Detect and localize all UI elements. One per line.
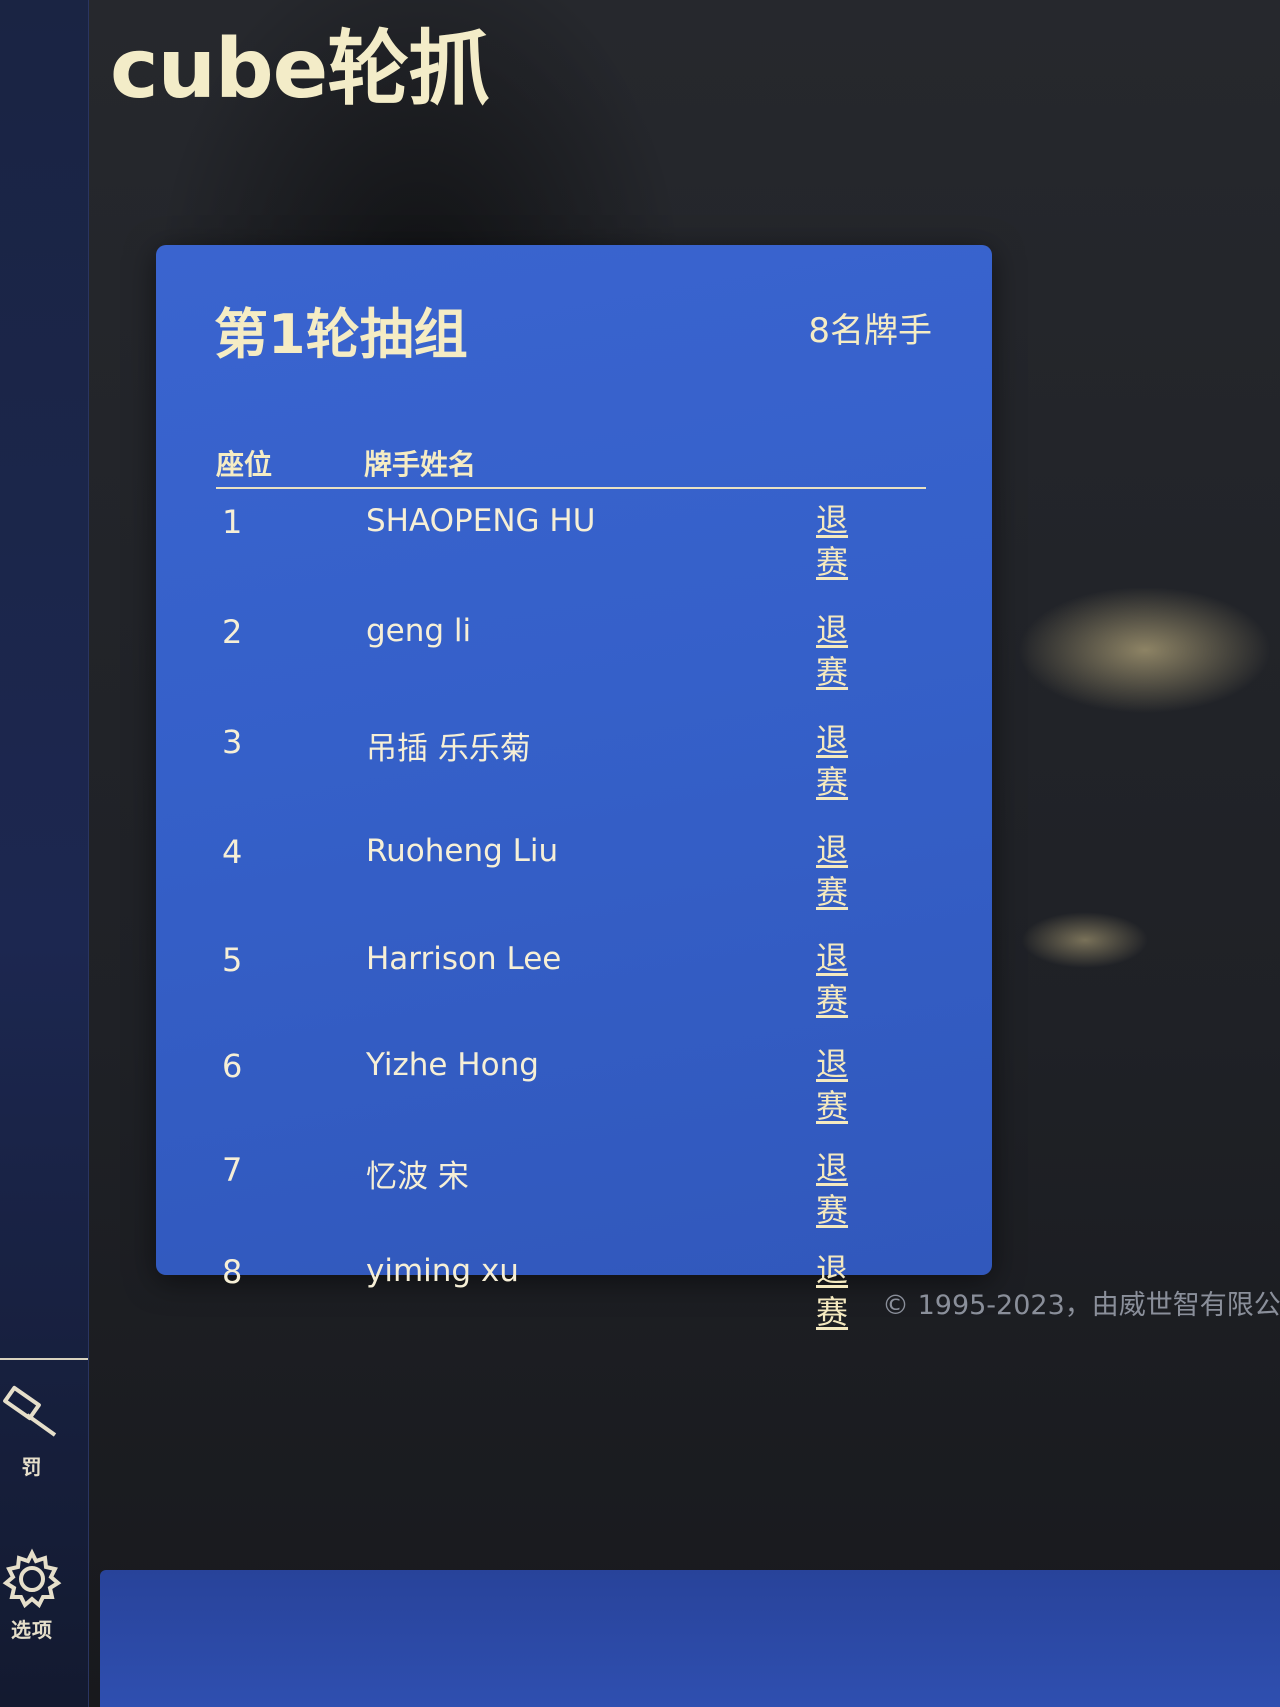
withdraw-link[interactable]: 退赛 bbox=[816, 829, 852, 913]
player-name: Ruoheng Liu bbox=[366, 833, 559, 869]
withdraw-link[interactable]: 退赛 bbox=[816, 609, 852, 693]
withdraw-link[interactable]: 退赛 bbox=[816, 937, 852, 1021]
withdraw-link[interactable]: 退赛 bbox=[816, 1043, 852, 1127]
table-header: 座位 牌手姓名 bbox=[216, 435, 926, 489]
bottom-bar bbox=[100, 1570, 1280, 1707]
player-name: geng li bbox=[366, 613, 472, 649]
player-table: 1 SHAOPENG HU 退赛 2 geng li 退赛 3 吊插 乐乐菊 退… bbox=[216, 495, 926, 1355]
sidebar-item-label: 选项 bbox=[11, 1618, 53, 1642]
table-row: 7 忆波 宋 退赛 bbox=[216, 1143, 926, 1243]
player-name: Yizhe Hong bbox=[366, 1047, 539, 1083]
sidebar-divider bbox=[0, 1358, 88, 1360]
withdraw-link[interactable]: 退赛 bbox=[816, 1147, 852, 1231]
table-row: 1 SHAOPENG HU 退赛 bbox=[216, 495, 926, 595]
table-row: 4 Ruoheng Liu 退赛 bbox=[216, 825, 926, 925]
sidebar: 罚 选项 bbox=[0, 0, 89, 1707]
player-name: Harrison Lee bbox=[366, 941, 562, 977]
sidebar-item-label: 罚 bbox=[21, 1455, 43, 1479]
column-header-name: 牌手姓名 bbox=[364, 448, 477, 481]
seat-number: 5 bbox=[222, 941, 243, 979]
player-name: yiming xu bbox=[366, 1253, 519, 1289]
withdraw-link[interactable]: 退赛 bbox=[816, 719, 852, 803]
sidebar-item-options[interactable]: 选项 bbox=[0, 1548, 64, 1643]
seat-number: 8 bbox=[222, 1253, 243, 1291]
seat-number: 4 bbox=[222, 833, 243, 871]
seat-number: 7 bbox=[222, 1151, 243, 1189]
table-row: 8 yiming xu 退赛 bbox=[216, 1245, 926, 1345]
player-name: SHAOPENG HU bbox=[366, 503, 596, 539]
seat-number: 6 bbox=[222, 1047, 243, 1085]
table-row: 3 吊插 乐乐菊 退赛 bbox=[216, 715, 926, 815]
player-name: 吊插 乐乐菊 bbox=[366, 731, 531, 767]
player-name: 忆波 宋 bbox=[366, 1159, 469, 1195]
sidebar-item-penalty[interactable]: 罚 bbox=[0, 1385, 64, 1480]
seat-number: 1 bbox=[222, 503, 243, 541]
withdraw-link[interactable]: 退赛 bbox=[816, 499, 852, 583]
table-row: 2 geng li 退赛 bbox=[216, 605, 926, 705]
seat-number: 2 bbox=[222, 613, 243, 651]
draw-panel: 第1轮抽组 8名牌手 座位 牌手姓名 1 SHAOPENG HU 退赛 2 ge… bbox=[156, 245, 992, 1331]
gear-icon bbox=[1, 1548, 63, 1610]
table-row: 6 Yizhe Hong 退赛 bbox=[216, 1039, 926, 1139]
player-count: 8名牌手 bbox=[808, 311, 932, 351]
withdraw-link[interactable]: 退赛 bbox=[816, 1249, 852, 1333]
seat-number: 3 bbox=[222, 723, 243, 761]
app-title: cube轮抓 bbox=[110, 22, 490, 117]
column-header-seat: 座位 bbox=[216, 448, 273, 481]
copyright-text: © 1995-2023，由威世智有限公 bbox=[882, 1290, 1280, 1321]
gavel-icon bbox=[1, 1385, 63, 1447]
panel-title: 第1轮抽组 bbox=[214, 303, 468, 366]
table-row: 5 Harrison Lee 退赛 bbox=[216, 933, 926, 1033]
